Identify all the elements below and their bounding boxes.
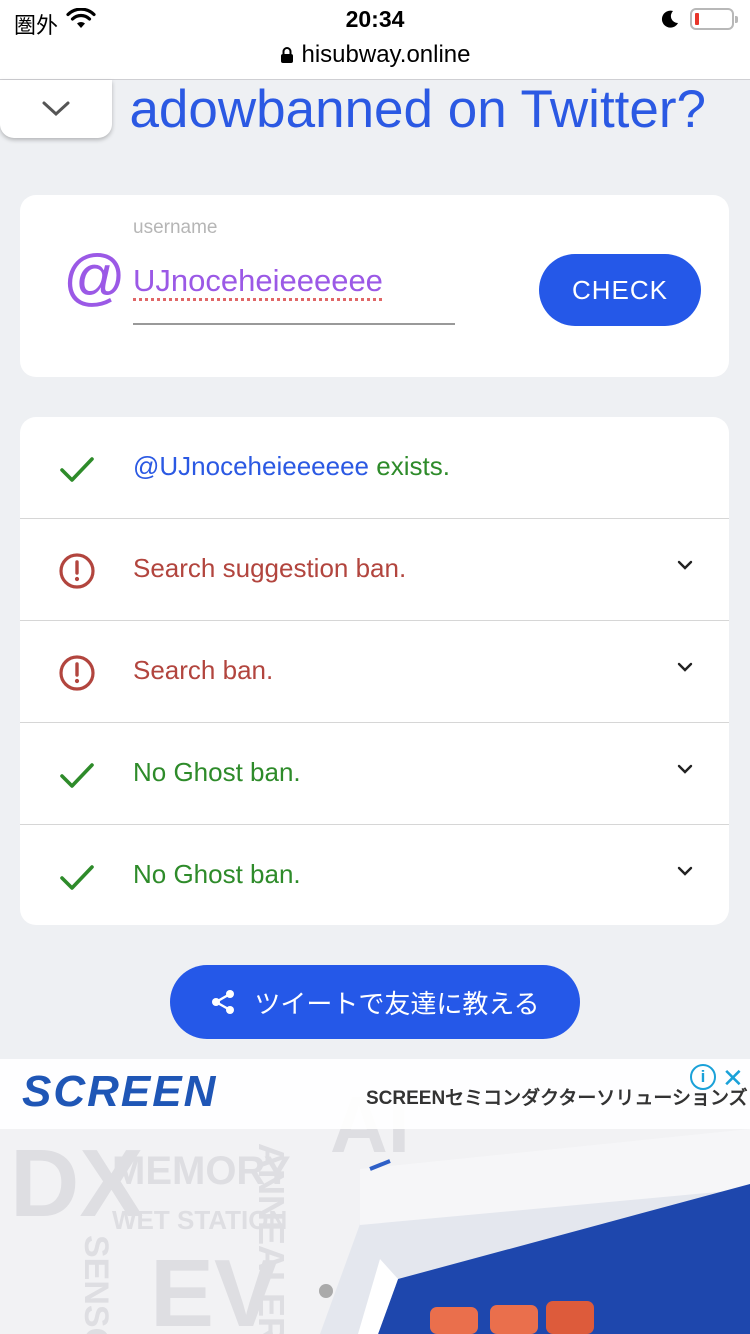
chevron-down-icon[interactable] [677, 763, 693, 775]
at-icon: @ [63, 243, 126, 312]
exists-text: exists. [369, 451, 450, 481]
share-label: ツイートで友達に教える [254, 988, 540, 1019]
chevron-down-icon[interactable] [677, 865, 693, 877]
chevron-down-icon [42, 101, 70, 117]
url-text: hisubway.online [301, 41, 471, 68]
check-button[interactable]: CHECK [539, 254, 701, 326]
ad-bg-word: SENSOR [77, 1235, 115, 1334]
results-list: @UJnoceheieeeeee exists. Search suggesti… [20, 417, 729, 925]
battery-icon [690, 8, 738, 30]
chevron-down-icon[interactable] [677, 559, 693, 571]
username-label: username [133, 217, 218, 238]
page-title: adowbanned on Twitter? [129, 81, 706, 139]
address-bar[interactable]: hisubway.online [0, 40, 750, 80]
ad-brand-logo: SCREEN [22, 1067, 218, 1116]
result-text: Search ban. [133, 655, 274, 685]
headline-area: adowbanned on Twitter? [0, 81, 750, 141]
ad-tagline: SCREENセミコンダクターソリューションズ [366, 1088, 748, 1109]
result-row-search-ban[interactable]: Search ban. [20, 620, 729, 721]
result-row-exists: @UJnoceheieeeeee exists. [20, 417, 729, 518]
alert-circle-icon [59, 655, 95, 691]
result-text: Search suggestion ban. [133, 553, 407, 583]
checkmark-icon [60, 865, 94, 890]
result-row-search-suggestion-ban[interactable]: Search suggestion ban. [20, 518, 729, 619]
clock: 20:34 [345, 6, 405, 32]
share-tweet-button[interactable]: ツイートで友達に教える [170, 965, 580, 1039]
input-underline [133, 323, 455, 325]
ad-product-image [319, 1129, 750, 1334]
collapse-toggle[interactable] [0, 80, 112, 138]
username-input[interactable]: UJnoceheieeeeee [133, 263, 455, 299]
ad-bg-word: EV [150, 1240, 279, 1334]
checkmark-icon [60, 457, 94, 482]
ad-banner[interactable]: DX MEMORY WET STATION ANNEALER EV SENSOR… [0, 1059, 750, 1334]
ad-close-icon[interactable]: ✕ [722, 1063, 744, 1094]
alert-circle-icon [59, 553, 95, 589]
result-row-ghost-ban-2[interactable]: No Ghost ban. [20, 824, 729, 925]
lock-icon [280, 47, 293, 63]
checkmark-icon [60, 763, 94, 788]
result-text: @UJnoceheieeeeee exists. [133, 451, 450, 482]
result-row-ghost-ban[interactable]: No Ghost ban. [20, 722, 729, 823]
ad-header: SCREEN SCREENセミコンダクターソリューションズ [0, 1059, 750, 1129]
result-text: No Ghost ban. [133, 757, 301, 787]
result-text: No Ghost ban. [133, 859, 301, 889]
status-bar: 圏外 20:34 [0, 0, 750, 40]
ad-info-icon[interactable]: i [690, 1064, 716, 1090]
moon-icon [661, 10, 678, 28]
share-icon [212, 990, 235, 1014]
chevron-down-icon[interactable] [677, 661, 693, 673]
username-form: @ username UJnoceheieeeeee CHECK [20, 195, 729, 377]
username-handle: @UJnoceheieeeeee [133, 451, 370, 481]
